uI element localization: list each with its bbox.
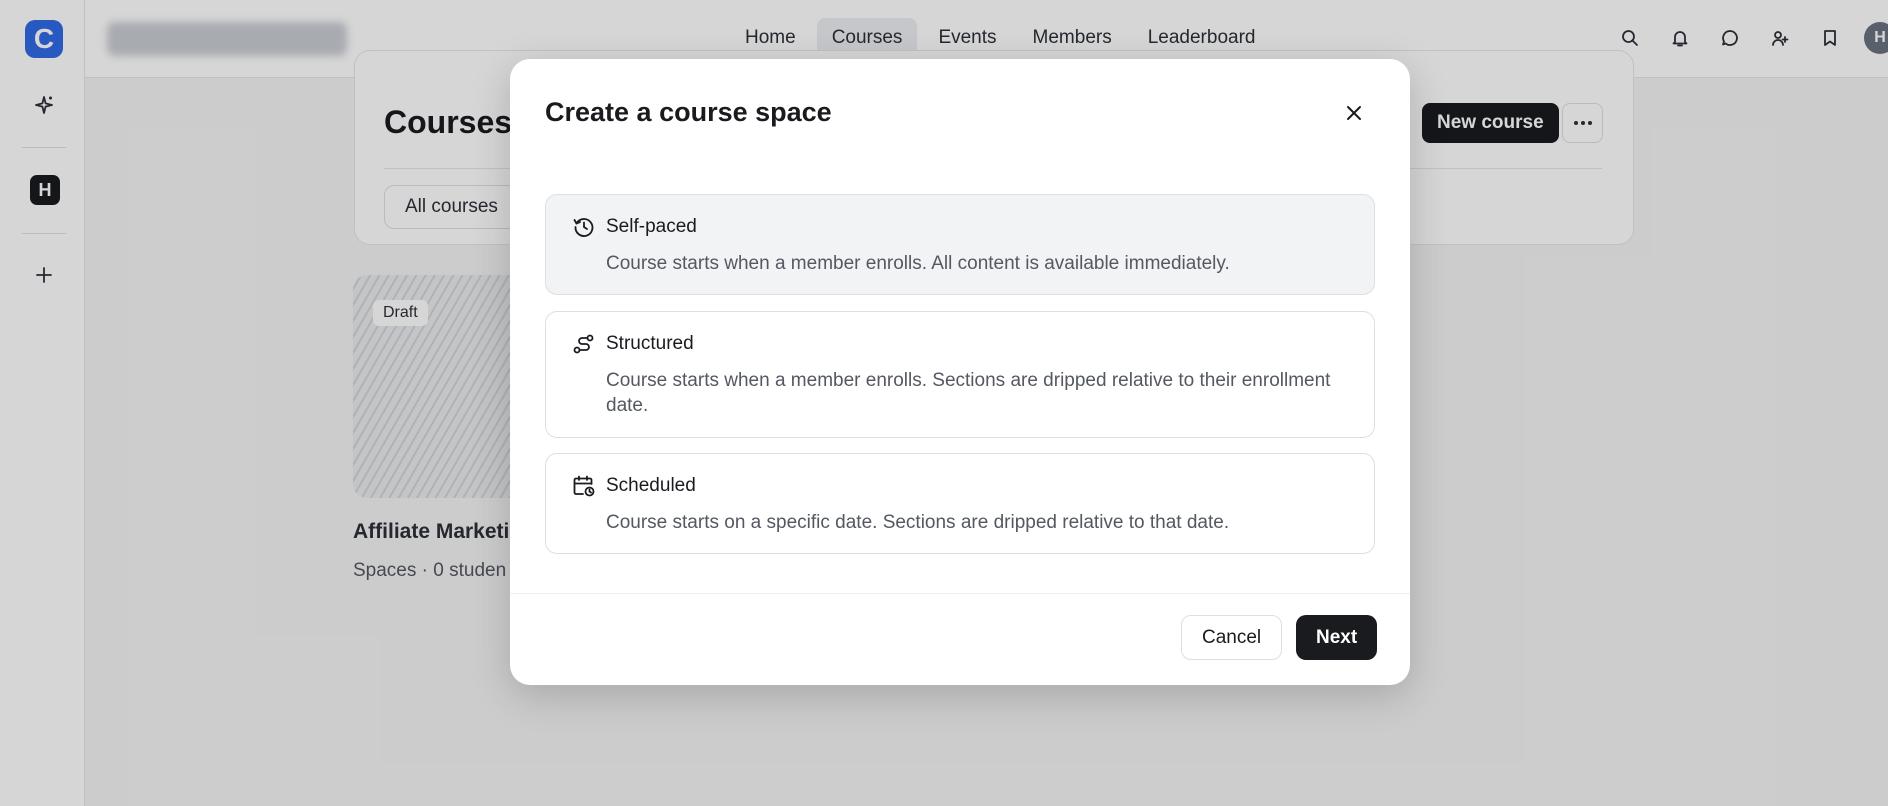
calendar-clock-icon: [572, 474, 596, 498]
route-icon: [572, 332, 596, 356]
option-structured[interactable]: Structured Course starts when a member e…: [545, 311, 1375, 438]
option-self-paced[interactable]: Self-paced Course starts when a member e…: [545, 194, 1375, 295]
option-scheduled[interactable]: Scheduled Course starts on a specific da…: [545, 453, 1375, 554]
option-description: Course starts when a member enrolls. All…: [606, 253, 1230, 274]
option-description: Course starts when a member enrolls. Sec…: [606, 370, 1331, 416]
next-button[interactable]: Next: [1296, 615, 1378, 660]
option-title: Self-paced: [606, 216, 697, 237]
option-title: Structured: [606, 333, 694, 354]
cancel-button[interactable]: Cancel: [1181, 615, 1283, 660]
option-description: Course starts on a specific date. Sectio…: [606, 512, 1230, 533]
close-icon[interactable]: [1338, 97, 1370, 129]
create-course-modal: Create a course space Self-paced Course …: [510, 59, 1410, 685]
option-title: Scheduled: [606, 475, 696, 496]
clock-icon: [572, 215, 596, 239]
modal-title: Create a course space: [545, 97, 832, 127]
modal-footer-divider: [510, 593, 1410, 594]
